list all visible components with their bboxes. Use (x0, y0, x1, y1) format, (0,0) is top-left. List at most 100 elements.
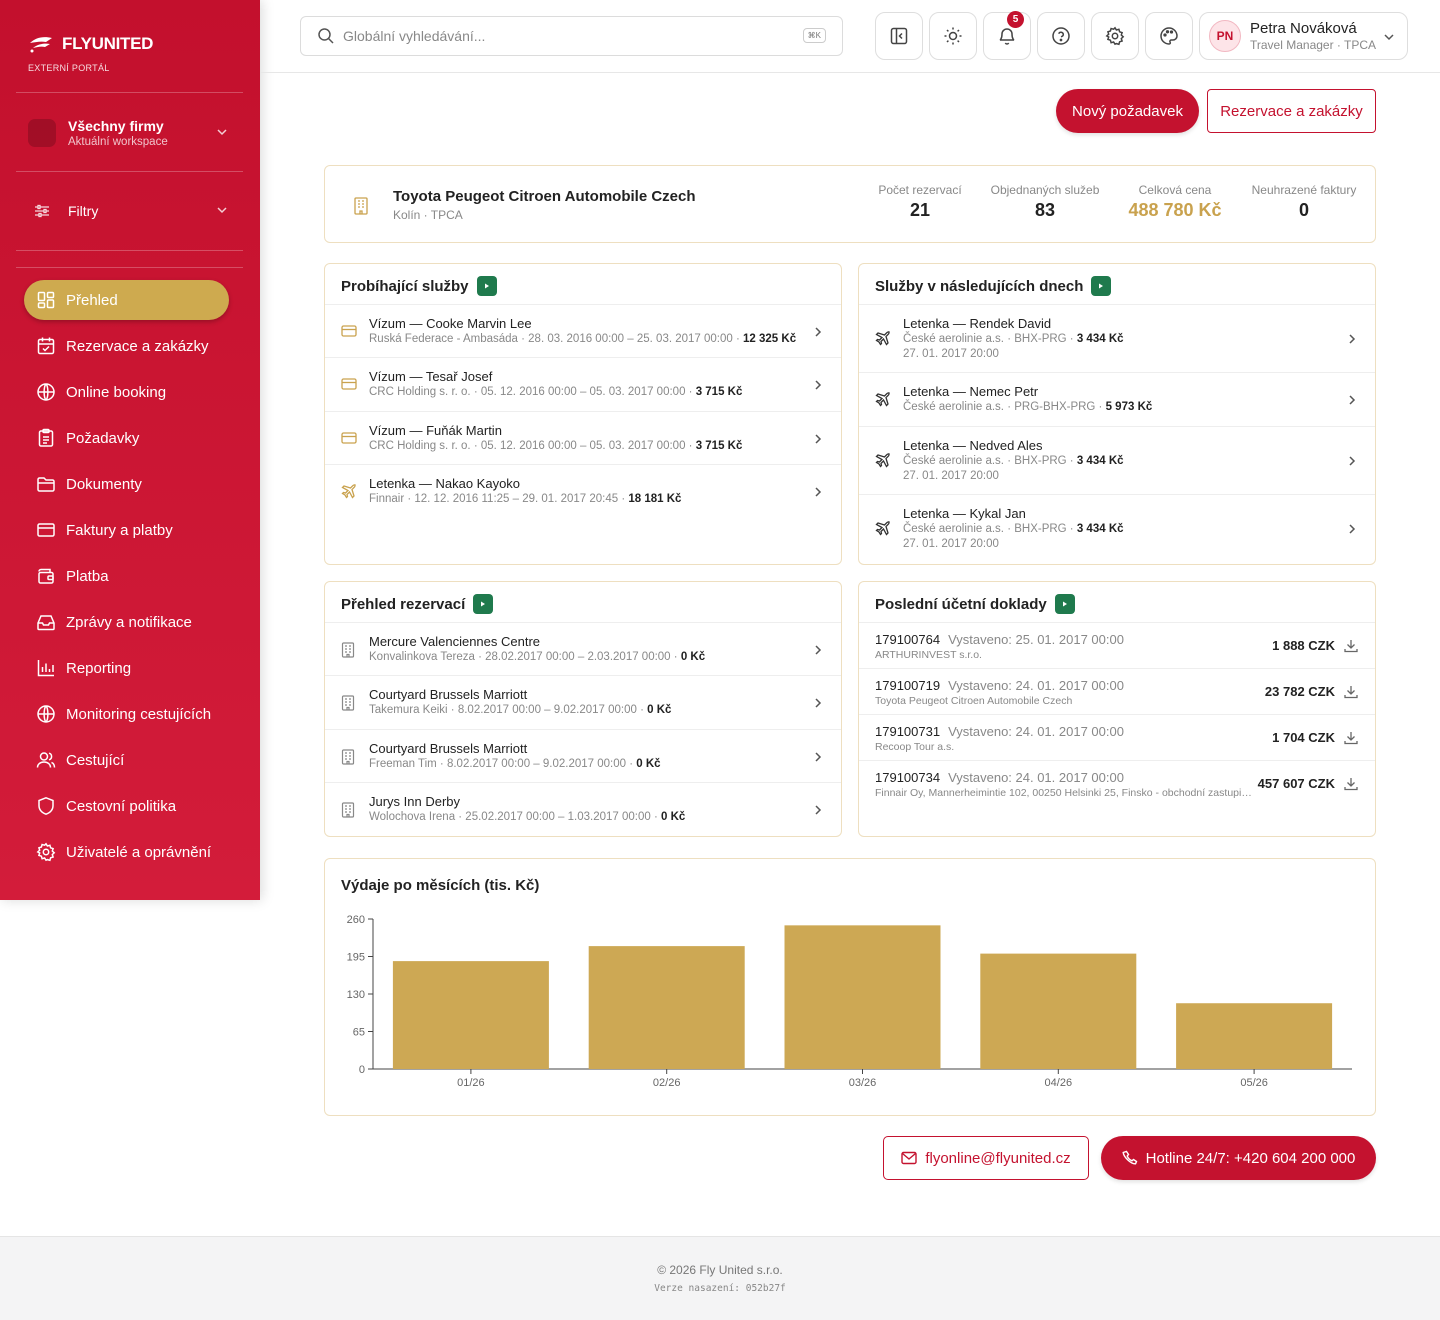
global-search-input[interactable]: Globální vyhledávání... ⌘K (300, 16, 843, 56)
x-tick-label: 02/26 (653, 1077, 681, 1089)
list-item[interactable]: Letenka — Rendek David České aerolinie a.… (859, 304, 1375, 372)
document-row[interactable]: 179100764 Vystaveno: 25. 01. 2017 00:00 AR… (859, 622, 1375, 668)
bar-chart-icon (36, 658, 56, 678)
item-title: Jurys Inn Derby (369, 794, 461, 809)
nav-item-label: Cestovní politika (66, 797, 177, 815)
document-amount: 23 782 CZK (1264, 684, 1335, 699)
reservations-button[interactable]: Rezervace a zakázky (1207, 89, 1376, 133)
chevron-right-icon (1347, 394, 1357, 406)
item-price: 3 434 Kč (1076, 455, 1124, 467)
play-icon[interactable] (1091, 276, 1112, 296)
clipboard-icon (36, 428, 56, 448)
list-item[interactable]: Letenka — Nakao Kayoko Finnair · 12. 12. … (325, 464, 841, 518)
download-icon[interactable] (1343, 638, 1359, 654)
document-company: Toyota Peugeot Citroen Automobile Czech (875, 695, 1073, 707)
nav-item-reporting[interactable]: Reporting (24, 648, 229, 688)
item-subtitle: CRC Holding s. r. o. · 05. 12. 2016 00:0… (369, 440, 696, 452)
card-icon (341, 324, 357, 338)
document-issued-date: Vystaveno: 24. 01. 2017 00:00 (948, 770, 1124, 785)
list-item[interactable]: Letenka — Kykal Jan České aerolinie a.s. … (859, 494, 1375, 562)
download-icon[interactable] (1343, 730, 1359, 746)
workspace-switcher[interactable]: Všechny firmy Aktuální workspace (28, 114, 238, 152)
nav-item-cestujici[interactable]: Cestující (24, 740, 229, 780)
notifications-button[interactable]: 5 (983, 11, 1031, 60)
bar-03/26[interactable] (784, 925, 941, 1069)
nav-item-monitoring-cestujicich[interactable]: Monitoring cestujících (24, 694, 229, 734)
new-request-button[interactable]: Nový požadavek (1056, 89, 1199, 133)
toggle-sidebar-button[interactable] (875, 12, 923, 60)
play-icon[interactable] (476, 276, 497, 296)
document-amount: 457 607 CZK (1257, 776, 1335, 791)
building-icon (353, 197, 369, 215)
item-title: Vízum — Fuňák Martin (369, 423, 502, 438)
x-tick-label: 03/26 (849, 1077, 877, 1089)
brand-logo[interactable]: FLYUNITED (28, 34, 153, 54)
document-amount: 1 888 CZK (1272, 638, 1335, 653)
color-palette-button[interactable] (1145, 12, 1193, 60)
play-icon[interactable] (1054, 594, 1075, 614)
sidebar: FLYUNITED EXTERNÍ PORTÁL Všechny firmy A… (0, 0, 260, 900)
user-menu[interactable]: PN Petra Nováková Travel Manager · TPCA (1199, 12, 1408, 60)
nav-item-pozadavky[interactable]: Požadavky (24, 418, 229, 458)
footer: © 2026 Fly United s.r.o. Verze nasazení:… (0, 1236, 1440, 1320)
ongoing-services-list: Vízum — Cooke Marvin Lee Ruská Federace -… (325, 304, 841, 518)
list-item[interactable]: Courtyard Brussels Marriott Freeman Tim ·… (325, 729, 841, 782)
nav-item-label: Požadavky (66, 429, 140, 447)
nav-item-prehled[interactable]: Přehled (24, 280, 229, 320)
bar-02/26[interactable] (588, 946, 745, 1069)
item-title: Letenka — Kykal Jan (903, 506, 1026, 521)
gear-icon (1105, 26, 1125, 46)
nav-item-online-booking[interactable]: Online booking (24, 372, 229, 412)
stat-value: 21 (909, 200, 931, 220)
user-name: Petra Nováková (1250, 20, 1357, 37)
filters-toggle[interactable]: Filtry (34, 200, 234, 222)
plane-icon (875, 453, 891, 469)
item-details: Konvalinkova Tereza · 28.02.2017 00:00 –… (369, 651, 705, 663)
nav-item-faktury-a-platby[interactable]: Faktury a platby (24, 510, 229, 550)
building-icon (341, 802, 355, 818)
help-button[interactable] (1037, 12, 1085, 60)
item-subtitle: České aerolinie a.s. · PRG-BHX-PRG · (903, 401, 1106, 413)
bar-05/26[interactable] (1176, 1003, 1333, 1069)
nav-item-platba[interactable]: Platba (24, 556, 229, 596)
settings-button[interactable] (1091, 12, 1139, 60)
download-icon[interactable] (1343, 776, 1359, 792)
nav-item-dokumenty[interactable]: Dokumenty (24, 464, 229, 504)
list-item[interactable]: Mercure Valenciennes Centre Konvalinkova … (325, 622, 841, 675)
play-icon[interactable] (473, 594, 494, 614)
list-item[interactable]: Letenka — Nemec Petr České aerolinie a.s.… (859, 372, 1375, 426)
item-title: Vízum — Cooke Marvin Lee (369, 316, 532, 331)
item-details: Wolochova Irena · 25.02.2017 00:00 – 1.0… (369, 811, 685, 823)
theme-toggle-button[interactable] (929, 12, 977, 60)
divider (16, 92, 243, 93)
document-row[interactable]: 179100734 Vystaveno: 24. 01. 2017 00:00 Fi… (859, 760, 1375, 806)
document-row[interactable]: 179100719 Vystaveno: 24. 01. 2017 00:00 To… (859, 668, 1375, 714)
item-title: Letenka — Nemec Petr (903, 384, 1039, 399)
list-item[interactable]: Vízum — Cooke Marvin Lee Ruská Federace -… (325, 304, 841, 357)
workspace-avatar (28, 119, 56, 147)
list-item[interactable]: Vízum — Tesař Josef CRC Holding s. r. o. … (325, 357, 841, 411)
nav-item-label: Přehled (66, 291, 118, 309)
company-location: Kolín · TPCA (393, 208, 463, 222)
deployment-version: Verze nasazení: 052b27f (654, 1283, 786, 1294)
bar-04/26[interactable] (980, 953, 1137, 1069)
list-item[interactable]: Letenka — Nedved Ales České aerolinie a.s… (859, 426, 1375, 494)
document-row[interactable]: 179100731 Vystaveno: 24. 01. 2017 00:00 Re… (859, 714, 1375, 760)
building-icon (341, 695, 355, 711)
nav-item-uzivatele-a-opravneni[interactable]: Uživatelé a oprávnění (24, 832, 229, 872)
list-item[interactable]: Jurys Inn Derby Wolochova Irena · 25.02.2… (325, 782, 841, 836)
email-contact-button[interactable]: flyonline@flyunited.cz (883, 1136, 1089, 1180)
item-details: Takemura Keiki · 8.02.2017 00:00 – 9.02.… (369, 704, 671, 716)
brand-subtitle: EXTERNÍ PORTÁL (28, 63, 110, 73)
nav-item-cestovni-politika[interactable]: Cestovní politika (24, 786, 229, 826)
sidebar-collapse-icon (889, 26, 909, 46)
hotline-button[interactable]: Hotline 24/7: +420 604 200 000 (1101, 1136, 1376, 1180)
nav-item-label: Zprávy a notifikace (66, 613, 192, 631)
list-item[interactable]: Courtyard Brussels Marriott Takemura Keik… (325, 675, 841, 729)
nav-item-rezervace-a-zakazky[interactable]: Rezervace a zakázky (24, 326, 229, 366)
list-item[interactable]: Vízum — Fuňák Martin CRC Holding s. r. o.… (325, 411, 841, 464)
nav-item-zpravy-a-notifikace[interactable]: Zprávy a notifikace (24, 602, 229, 642)
bar-01/26[interactable] (392, 961, 549, 1069)
download-icon[interactable] (1343, 684, 1359, 700)
avatar: PN (1209, 20, 1241, 52)
